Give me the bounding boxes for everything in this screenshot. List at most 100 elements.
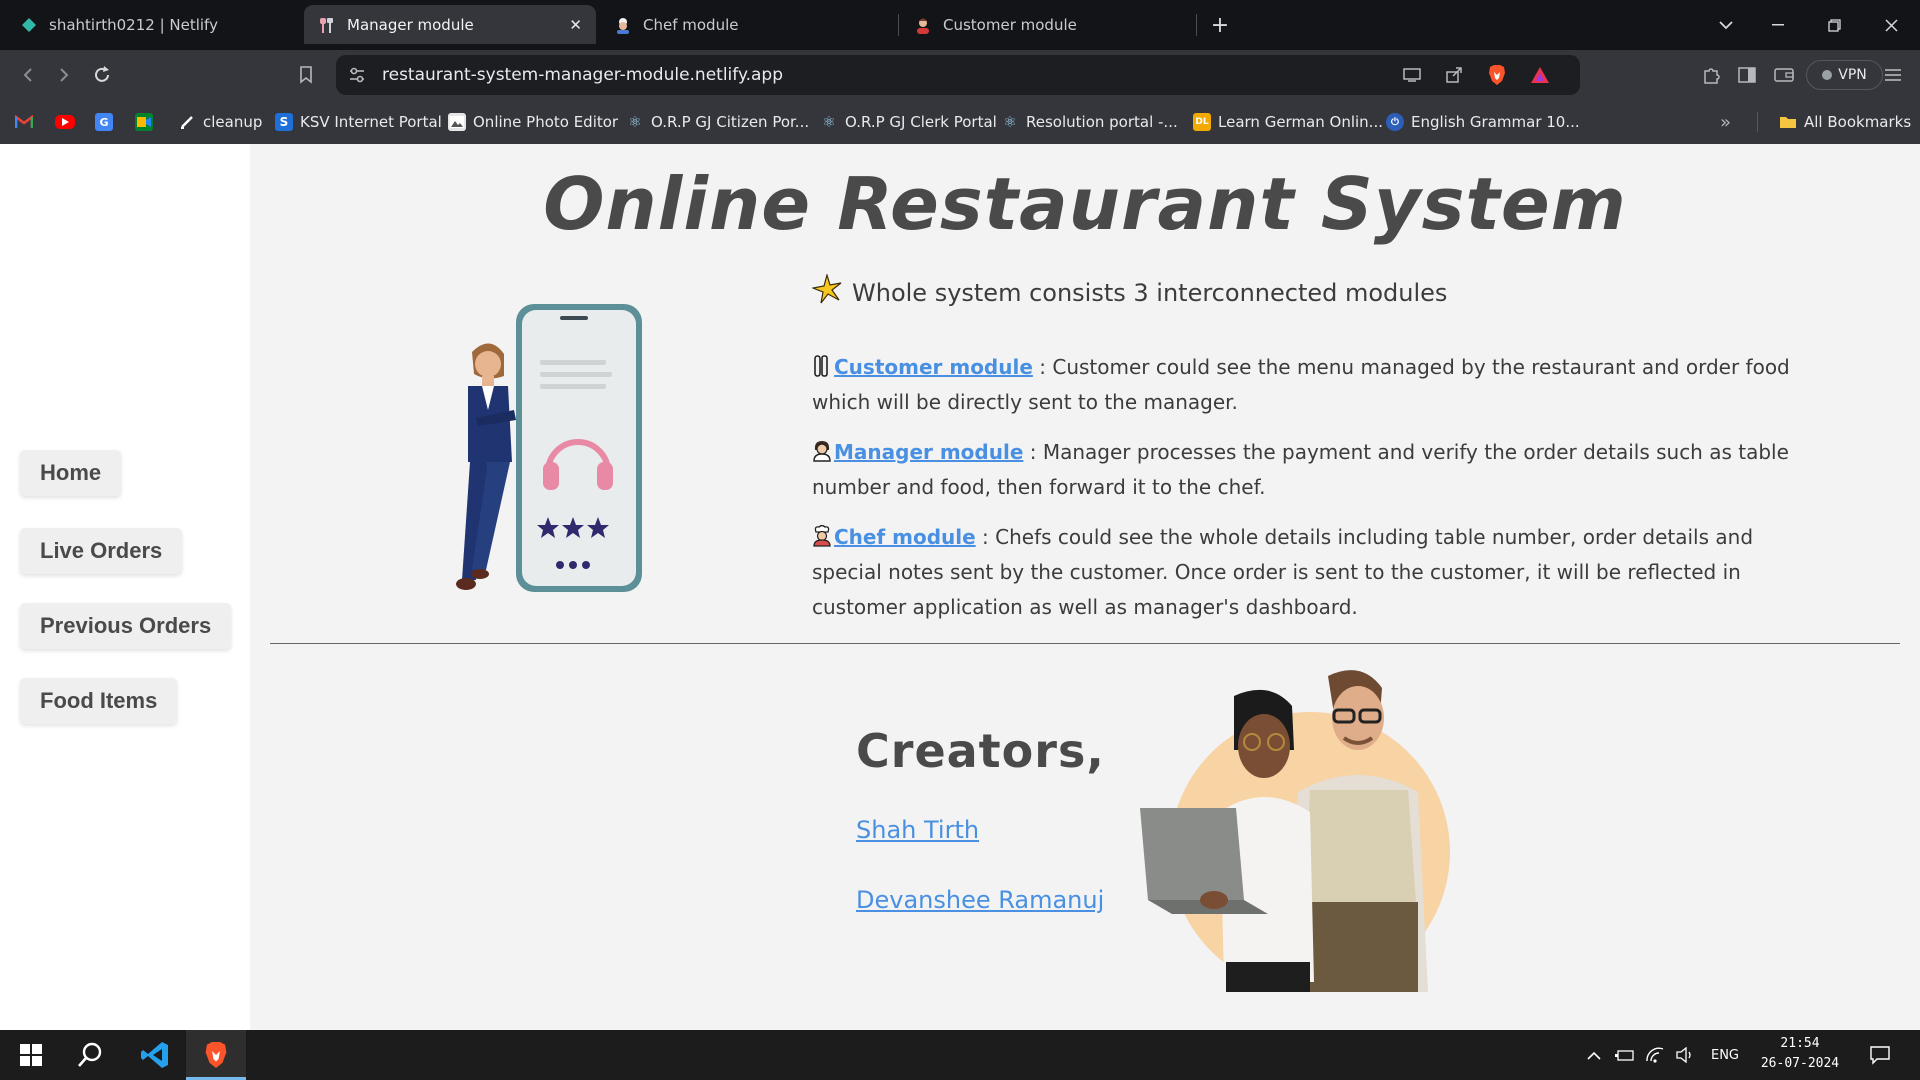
sidebar: Home Live Orders Previous Orders Food It… <box>0 144 250 1030</box>
sidebar-toggle-icon[interactable] <box>1735 63 1759 87</box>
bookmark-youtube[interactable] <box>55 110 82 134</box>
tab-customer-module[interactable]: Customer module <box>900 5 1194 44</box>
brave-shields-icon[interactable] <box>1486 64 1508 86</box>
netlify-icon <box>20 16 38 34</box>
site-settings-icon[interactable] <box>346 64 368 86</box>
share-icon[interactable] <box>1443 64 1465 86</box>
battery-icon[interactable] <box>1613 1030 1637 1080</box>
bookmark-resolution-portal[interactable]: ⚛ Resolution portal -... <box>1001 110 1178 134</box>
forward-button[interactable] <box>51 62 77 88</box>
address-bar[interactable]: restaurant-system-manager-module.netlify… <box>336 55 1580 95</box>
tab-separator <box>898 14 899 36</box>
tab-manager-module[interactable]: Manager module ✕ <box>304 5 596 44</box>
dl-icon: DL <box>1193 113 1211 131</box>
bookmark-label: cleanup <box>203 113 263 131</box>
all-bookmarks-folder[interactable]: All Bookmarks <box>1779 110 1911 134</box>
new-tab-button[interactable]: + <box>1207 12 1233 38</box>
translate-icon: G <box>95 113 113 131</box>
tab-chef-module[interactable]: Chef module <box>600 5 896 44</box>
url-text[interactable]: restaurant-system-manager-module.netlify… <box>382 65 783 85</box>
bookmark-ksv[interactable]: S KSV Internet Portal <box>275 110 442 134</box>
all-bookmarks-label: All Bookmarks <box>1804 113 1912 131</box>
menu-icon[interactable] <box>1881 63 1905 87</box>
tab-title: shahtirth0212 | Netlify <box>49 15 218 34</box>
cast-icon[interactable] <box>1401 64 1423 86</box>
bookmark-english-grammar[interactable]: ⏻ English Grammar 10... <box>1386 110 1580 134</box>
vscode-icon[interactable] <box>133 1030 177 1080</box>
clock-time: 21:54 <box>1780 1036 1820 1051</box>
tab-title: Customer module <box>943 15 1077 34</box>
grammar-icon: ⏻ <box>1386 113 1404 131</box>
tab-separator <box>1196 14 1197 36</box>
bookmark-cleanup[interactable]: cleanup <box>178 110 262 134</box>
react-icon: ⚛ <box>822 113 836 131</box>
tab-netlify[interactable]: shahtirth0212 | Netlify <box>6 5 302 44</box>
tab-title: Manager module <box>347 15 474 34</box>
chef-module-description: Chef module : Chefs could see the whole … <box>812 520 1792 625</box>
intro-text: Whole system consists 3 interconnected m… <box>852 278 1448 307</box>
bookmark-label: KSV Internet Portal <box>300 113 442 131</box>
ksv-icon: S <box>275 113 293 131</box>
more-bookmarks-chevron-icon[interactable]: » <box>1720 110 1731 134</box>
wifi-icon[interactable] <box>1643 1030 1667 1080</box>
minimize-button[interactable] <box>1765 12 1791 38</box>
bookmark-learn-german[interactable]: DL Learn German Onlin... <box>1193 110 1383 134</box>
sidebar-item-food-items[interactable]: Food Items <box>20 678 178 724</box>
notifications-icon[interactable] <box>1863 1030 1897 1080</box>
section-divider <box>270 643 1900 644</box>
taskbar-clock[interactable]: 21:54 26-07-2024 <box>1752 1034 1848 1074</box>
tray-chevron-up-icon[interactable] <box>1583 1030 1605 1080</box>
reload-button[interactable] <box>89 62 115 88</box>
bookmark-separator <box>1757 112 1758 132</box>
search-icon[interactable] <box>70 1030 110 1080</box>
sidebar-item-previous-orders[interactable]: Previous Orders <box>20 603 232 649</box>
react-icon: ⚛ <box>628 113 642 131</box>
chef-module-link[interactable]: Chef module <box>834 525 976 549</box>
manager-module-link[interactable]: Manager module <box>834 440 1023 464</box>
close-window-button[interactable] <box>1878 12 1904 38</box>
creators-illustration <box>1130 662 1460 992</box>
youtube-icon <box>55 115 75 129</box>
fork-spoon-icon <box>812 353 832 377</box>
tab-search-chevron-icon[interactable] <box>1713 12 1739 38</box>
bookmark-orp-clerk[interactable]: ⚛ O.R.P GJ Clerk Portal <box>820 110 997 134</box>
creator-link-shah-tirth[interactable]: Shah Tirth <box>856 816 979 844</box>
tab-title: Chef module <box>643 15 739 34</box>
vpn-status-icon <box>1822 70 1833 80</box>
restore-button[interactable] <box>1821 12 1847 38</box>
bookmark-label: Learn German Onlin... <box>1218 113 1383 131</box>
intro-heading: Whole system consists 3 interconnected m… <box>810 272 1448 311</box>
creator-link-devanshee-ramanuj[interactable]: Devanshee Ramanuj <box>856 886 1104 914</box>
volume-icon[interactable] <box>1673 1030 1697 1080</box>
customer-module-link[interactable]: Customer module <box>834 355 1033 379</box>
bookmark-translate[interactable]: G <box>95 110 120 134</box>
react-icon: ⚛ <box>1003 113 1017 131</box>
bookmark-gmail[interactable] <box>15 110 40 134</box>
customer-icon <box>914 16 932 34</box>
bookmark-orp-citizen[interactable]: ⚛ O.R.P GJ Citizen Por... <box>626 110 809 134</box>
windows-start-icon[interactable] <box>12 1030 50 1080</box>
bookmark-label: Resolution portal -... <box>1026 113 1178 131</box>
wallet-icon[interactable] <box>1772 63 1796 87</box>
vpn-button[interactable]: VPN <box>1806 60 1883 90</box>
sidebar-item-live-orders[interactable]: Live Orders <box>20 528 183 574</box>
windows-taskbar: ENG <box>0 1030 1920 1080</box>
clock-date: 26-07-2024 <box>1760 1056 1840 1071</box>
bookmark-icon[interactable] <box>293 62 319 88</box>
manager-module-description: Manager module : Manager processes the p… <box>812 435 1792 505</box>
chef-icon <box>812 523 832 547</box>
gmail-icon <box>15 113 33 131</box>
bookmark-meet[interactable] <box>135 110 160 134</box>
extensions-icon[interactable] <box>1699 63 1723 87</box>
brush-icon <box>178 113 196 131</box>
bookmark-photo-editor[interactable]: Online Photo Editor <box>448 110 618 134</box>
close-tab-icon[interactable]: ✕ <box>569 16 582 34</box>
chef-icon <box>614 16 632 34</box>
creators-heading: Creators, <box>856 724 1105 778</box>
restaurant-icon <box>318 16 336 34</box>
sidebar-item-home[interactable]: Home <box>20 450 122 496</box>
brave-browser-taskbar-icon[interactable] <box>186 1030 246 1080</box>
back-button[interactable] <box>15 62 41 88</box>
language-indicator[interactable]: ENG <box>1708 1030 1742 1080</box>
brave-rewards-icon[interactable] <box>1529 64 1551 86</box>
